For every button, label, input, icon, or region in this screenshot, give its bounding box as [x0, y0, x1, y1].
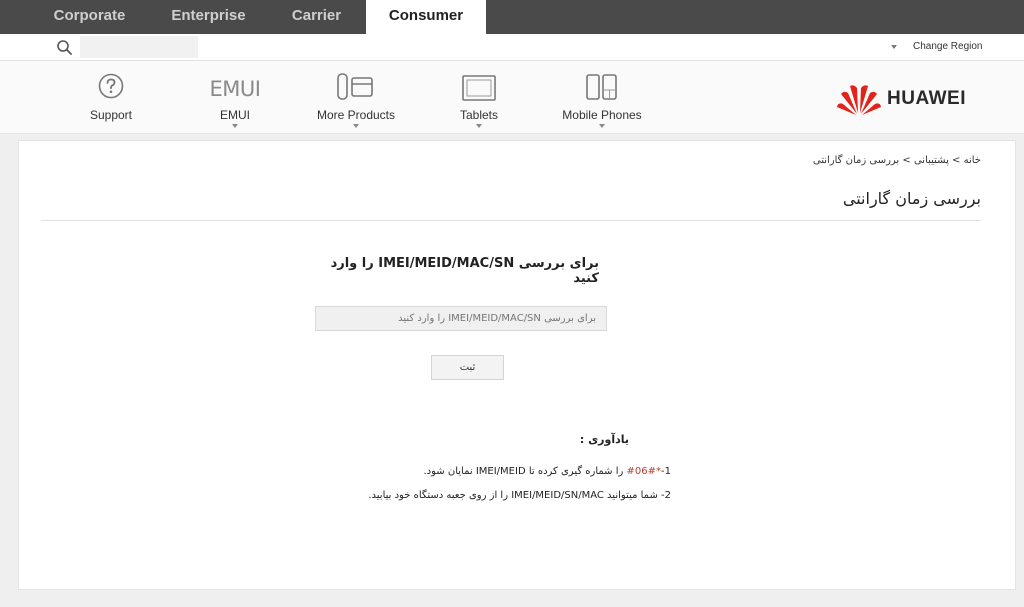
- nav-item-label: Support: [89, 108, 133, 122]
- chevron-down-icon: [353, 124, 359, 128]
- mobile-phone-icon: [585, 73, 619, 105]
- nav-item-label: EMUI: [220, 108, 250, 122]
- top-nav-bar: Corporate Enterprise Carrier Consumer: [0, 0, 1024, 34]
- tab-corporate[interactable]: Corporate: [32, 0, 147, 34]
- main-nav: Support EMUI EMUI More Products Tablets: [0, 61, 1024, 134]
- nav-item-mobile-phones[interactable]: Mobile Phones: [556, 61, 648, 134]
- notes-title: یادآوری :: [579, 433, 629, 446]
- search-row: Change Region: [0, 34, 1024, 61]
- nav-item-more-products[interactable]: More Products: [308, 61, 404, 134]
- nav-item-label: More Products: [316, 108, 396, 122]
- chevron-down-icon: [232, 124, 238, 128]
- huawei-flower-icon: [837, 85, 881, 115]
- more-products-icon: [336, 73, 376, 105]
- tablet-icon: [462, 75, 496, 105]
- form-prompt: برای بررسی IMEI/MEID/MAC/SN را وارد کنید: [330, 256, 599, 286]
- note-dial-code: 1-*#06# را شماره گیری کرده تا IMEI/MEID …: [319, 466, 672, 477]
- search-icon[interactable]: [56, 39, 74, 57]
- note-text: را شماره گیری کرده تا IMEI/MEID نمایان ش…: [423, 466, 627, 477]
- tab-consumer[interactable]: Consumer: [366, 0, 486, 34]
- logo-text: HUAWEI: [887, 88, 966, 109]
- note-box-label: 2- شما میتوانید IMEI/MEID/SN/MAC را از ر…: [368, 490, 671, 501]
- nav-item-label: Mobile Phones: [562, 108, 642, 122]
- breadcrumb[interactable]: خانه > پشتیبانی > بررسی زمان گارانتی: [813, 155, 981, 166]
- caret-down-icon[interactable]: [891, 45, 897, 49]
- emui-logo-icon: EMUI: [209, 77, 261, 101]
- search-input[interactable]: [80, 36, 198, 58]
- question-circle-icon: [98, 73, 124, 103]
- nav-item-support[interactable]: Support: [76, 61, 146, 134]
- chevron-down-icon: [599, 124, 605, 128]
- imei-input[interactable]: [315, 306, 607, 331]
- tab-carrier[interactable]: Carrier: [270, 0, 363, 34]
- nav-item-label: Tablets: [459, 108, 499, 122]
- huawei-logo[interactable]: HUAWEI: [836, 80, 981, 116]
- tab-enterprise[interactable]: Enterprise: [150, 0, 267, 34]
- divider: [41, 220, 981, 221]
- nav-item-emui[interactable]: EMUI EMUI: [200, 61, 270, 134]
- nav-item-tablets[interactable]: Tablets: [446, 61, 512, 134]
- change-region-link[interactable]: Change Region: [913, 41, 983, 52]
- note-prefix: 1-: [661, 466, 671, 477]
- content-card: خانه > پشتیبانی > بررسی زمان گارانتی برر…: [18, 140, 1016, 590]
- chevron-down-icon: [476, 124, 482, 128]
- dial-code: *#06#: [626, 466, 662, 477]
- submit-button[interactable]: ثبت: [431, 355, 504, 380]
- page-title: بررسی زمان گارانتی: [842, 189, 981, 208]
